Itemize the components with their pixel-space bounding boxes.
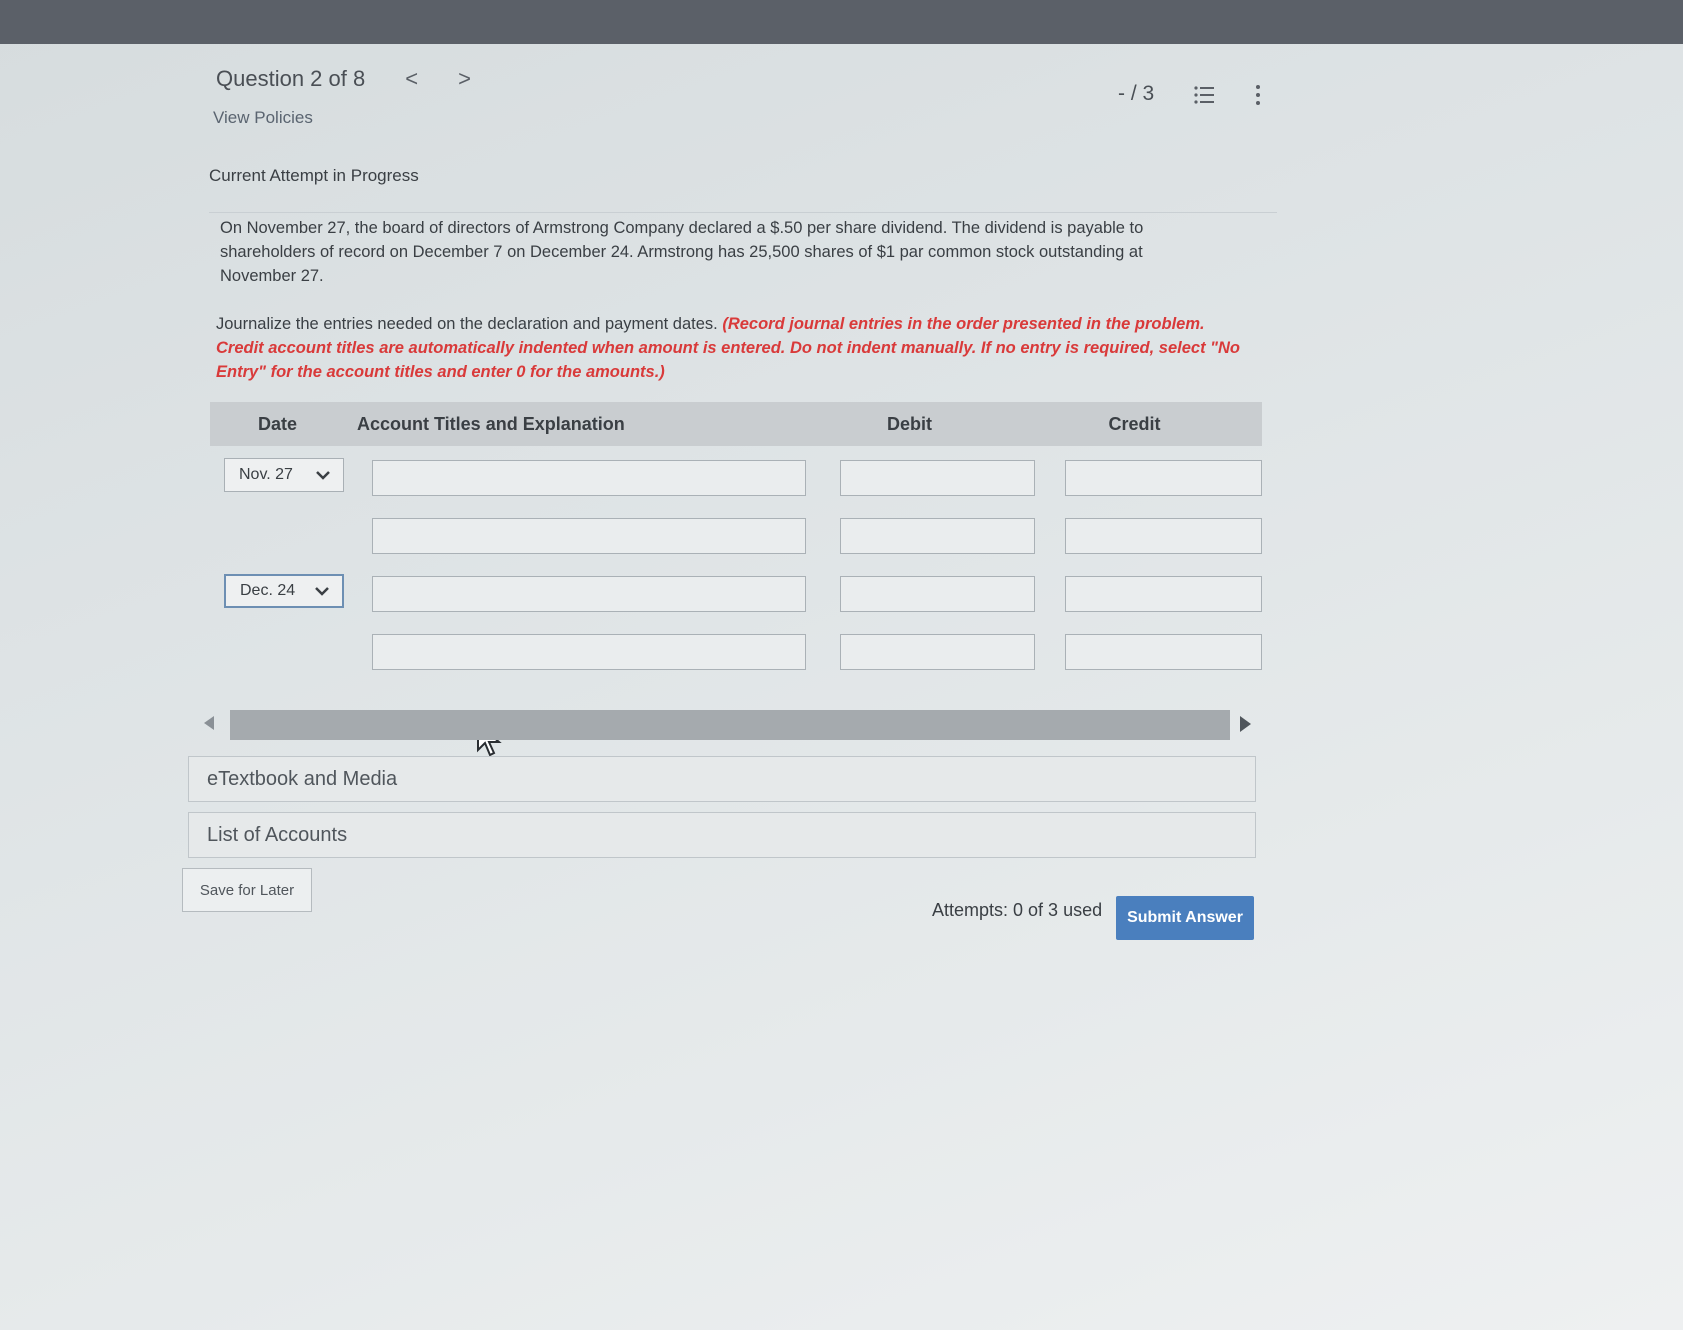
debit-input[interactable] — [840, 460, 1035, 496]
list-icon[interactable] — [1193, 84, 1215, 106]
credit-input[interactable] — [1065, 576, 1262, 612]
view-policies-link[interactable]: View Policies — [213, 108, 313, 128]
more-vertical-icon[interactable] — [1254, 84, 1262, 106]
debit-input[interactable] — [840, 518, 1035, 554]
journal-row: Nov. 27 — [210, 446, 1262, 504]
question-page: Question 2 of 8 < > View Policies - / 3 … — [0, 44, 1683, 1330]
credit-input[interactable] — [1065, 460, 1262, 496]
date-select-value: Dec. 24 — [240, 582, 296, 599]
horizontal-scrollbar[interactable] — [200, 710, 1262, 740]
scroll-left-arrow[interactable] — [204, 716, 214, 730]
journal-entry-table: Date Account Titles and Explanation Debi… — [210, 402, 1262, 678]
date-column-header: Date — [257, 413, 297, 434]
account-title-input[interactable] — [372, 460, 806, 496]
divider — [209, 212, 1277, 213]
date-select-value: Nov. 27 — [239, 466, 293, 483]
account-title-input[interactable] — [372, 576, 806, 612]
debit-input[interactable] — [840, 634, 1035, 670]
etextbook-media-panel[interactable]: eTextbook and Media — [188, 756, 1256, 802]
debit-input[interactable] — [840, 576, 1035, 612]
date-select-dec-24[interactable]: Dec. 24 — [224, 574, 344, 608]
credit-column-header: Credit — [1108, 413, 1161, 434]
scroll-thumb[interactable] — [230, 710, 1230, 740]
scroll-right-arrow[interactable] — [1240, 716, 1251, 732]
credit-input[interactable] — [1065, 518, 1262, 554]
journal-row — [210, 504, 1262, 562]
account-title-input[interactable] — [372, 634, 806, 670]
top-bar — [0, 0, 1683, 44]
question-header: Question 2 of 8 < > — [216, 66, 471, 92]
account-title-input[interactable] — [372, 518, 806, 554]
problem-text: On November 27, the board of directors o… — [220, 219, 1144, 285]
journal-header-row: Date Account Titles and Explanation Debi… — [210, 402, 1262, 446]
next-question-button[interactable]: > — [458, 66, 471, 92]
attempts-counter: Attempts: 0 of 3 used — [932, 900, 1103, 920]
instructions-text: Journalize the entries needed on the dec… — [216, 315, 723, 333]
chevron-down-icon — [315, 587, 329, 596]
question-label: Question 2 of 8 — [216, 66, 366, 91]
previous-question-button[interactable]: < — [405, 66, 418, 92]
submit-answer-button[interactable]: Submit Answer — [1116, 896, 1254, 940]
journal-row — [210, 620, 1262, 678]
date-select-nov-27[interactable]: Nov. 27 — [224, 458, 344, 492]
save-for-later-button[interactable]: Save for Later — [182, 868, 312, 912]
chevron-down-icon — [316, 471, 330, 480]
credit-input[interactable] — [1065, 634, 1262, 670]
list-of-accounts-panel[interactable]: List of Accounts — [188, 812, 1256, 858]
debit-column-header: Debit — [887, 413, 932, 434]
attempt-status: Current Attempt in Progress — [209, 166, 419, 185]
account-column-header: Account Titles and Explanation — [357, 413, 625, 434]
instructions: Journalize the entries needed on the dec… — [216, 312, 1246, 384]
journal-row: Dec. 24 — [210, 562, 1262, 620]
score-display: - / 3 — [1118, 82, 1155, 105]
